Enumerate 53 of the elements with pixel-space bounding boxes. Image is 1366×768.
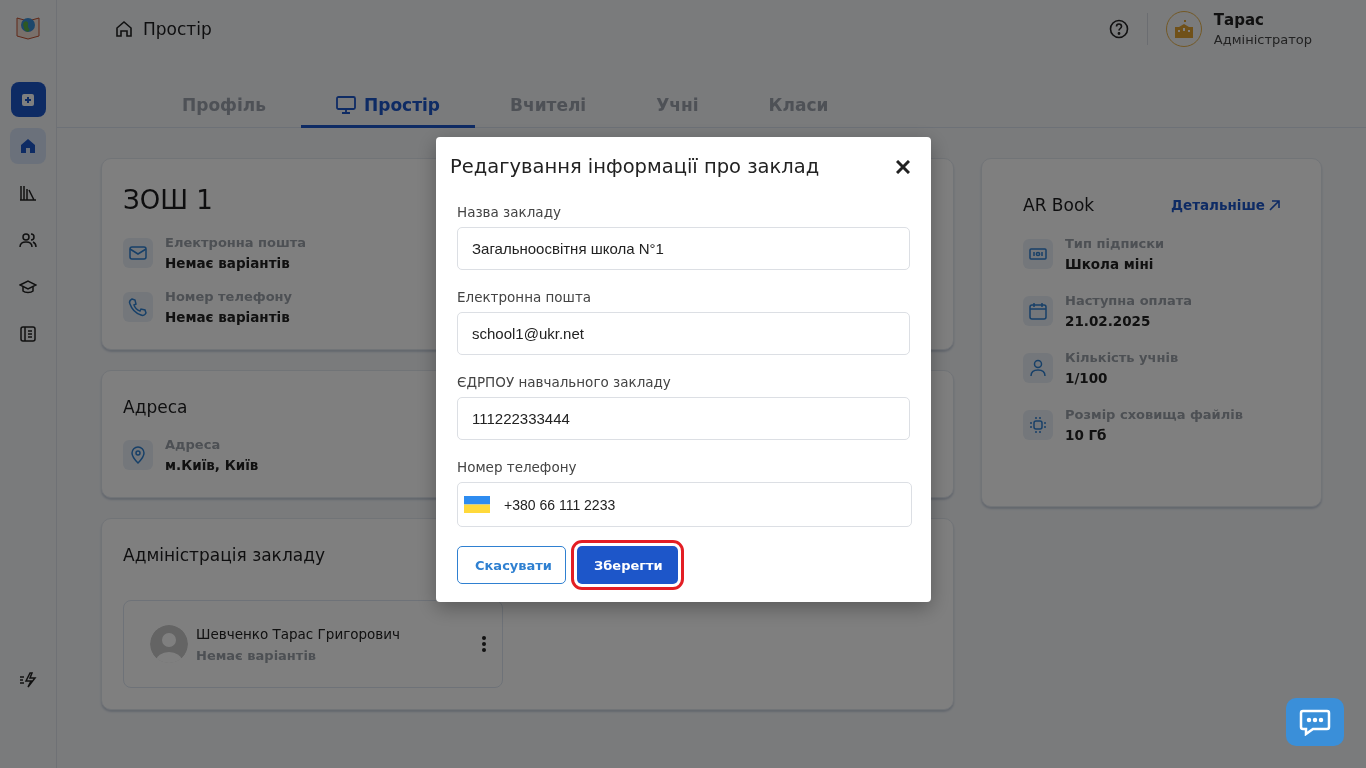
home-icon xyxy=(19,137,37,155)
external-arrow-icon xyxy=(1269,199,1280,211)
avatar-placeholder xyxy=(150,625,188,663)
field-label: Електронна пошта xyxy=(457,289,593,305)
close-icon xyxy=(896,159,910,174)
chip-icon xyxy=(1028,415,1048,435)
users-icon xyxy=(19,231,37,249)
person-icon xyxy=(1028,358,1048,378)
card-title: AR Book xyxy=(1023,195,1095,215)
chat-bubble-icon xyxy=(1299,708,1331,736)
ukraine-flag-icon xyxy=(464,496,490,513)
text-input[interactable]: school1@ukr.net xyxy=(457,312,910,355)
field-value: Школа міні xyxy=(1065,256,1155,272)
school-building-icon xyxy=(1173,19,1194,38)
location-pin-icon xyxy=(128,445,148,465)
text-input[interactable]: Загальноосвітня школа N°1 xyxy=(457,227,910,270)
phone-icon xyxy=(128,297,148,317)
card-title: ЗОШ 1 xyxy=(123,185,213,215)
field-value: 10 Гб xyxy=(1065,427,1108,443)
home-nav-button[interactable] xyxy=(10,128,46,164)
calendar-icon xyxy=(1028,301,1048,321)
tab[interactable]: Простір xyxy=(301,84,475,128)
modal-title: Редагування інформації про заклад xyxy=(450,155,820,178)
graduation-cap-icon xyxy=(19,278,37,296)
card-title: Адреса xyxy=(123,397,188,417)
books-icon xyxy=(19,184,37,202)
help-icon[interactable] xyxy=(1108,18,1129,39)
field-value: Немає варіантів xyxy=(165,309,291,325)
field-value: 1/100 xyxy=(1065,370,1109,386)
field-label: ЄДРПОУ навчального закладу xyxy=(457,374,672,390)
bolt-icon xyxy=(19,671,37,689)
details-link[interactable]: Детальніше xyxy=(1171,197,1280,213)
user-name: Тарас xyxy=(1213,10,1265,29)
field-label: Назва закладу xyxy=(457,204,562,220)
breadcrumb[interactable]: Простір xyxy=(143,18,212,39)
admin-name: Шевченко Тарас Григорович xyxy=(196,625,401,642)
add-icon xyxy=(21,92,35,107)
user-role: Адміністратор xyxy=(1213,31,1312,47)
more-icon[interactable] xyxy=(482,636,486,652)
journal-icon xyxy=(19,325,37,343)
field-label: Номер телефону xyxy=(457,459,578,475)
home-icon xyxy=(115,19,133,38)
field-value: 21.02.2025 xyxy=(1065,313,1152,329)
card-title: Адміністрація закладу xyxy=(123,545,325,565)
close-button[interactable] xyxy=(896,159,910,174)
field-value: Немає варіантів xyxy=(165,255,291,271)
cancel-button[interactable]: Скасувати xyxy=(457,546,566,584)
chat-button[interactable] xyxy=(1286,698,1344,746)
text-input[interactable]: 111222333444 xyxy=(457,397,910,440)
monitor-icon xyxy=(336,95,356,114)
add-nav-button[interactable] xyxy=(10,82,46,117)
phone-input[interactable]: +380 66 111 2233 xyxy=(457,482,912,527)
envelope-icon xyxy=(128,243,148,263)
